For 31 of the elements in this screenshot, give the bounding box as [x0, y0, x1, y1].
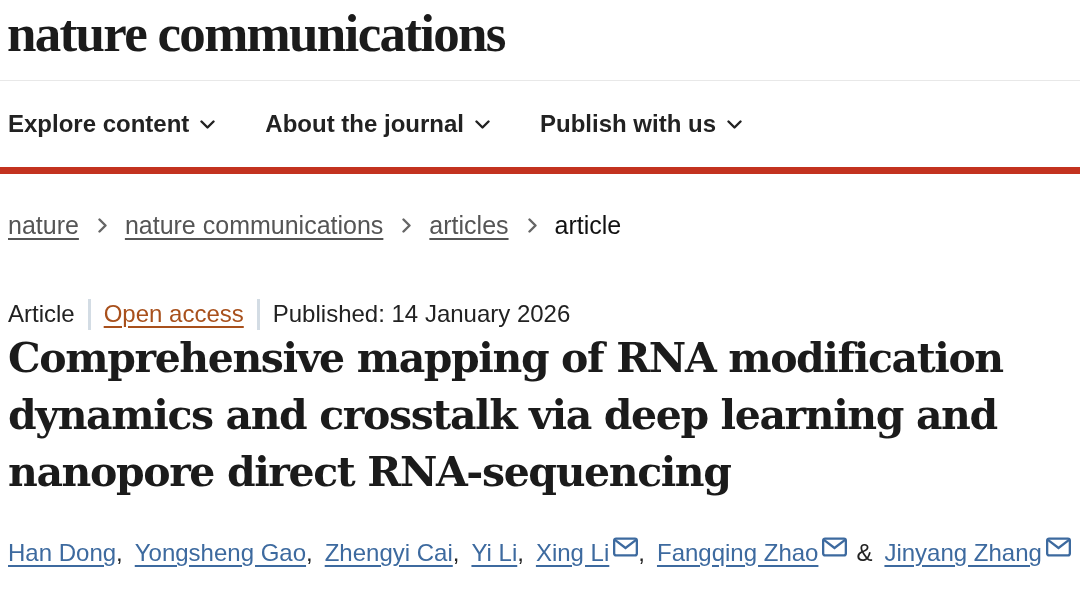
author-link[interactable]: Jinyang Zhang: [884, 539, 1042, 567]
author-link[interactable]: Fangqing Zhao: [656, 539, 819, 567]
chevron-right-icon: [97, 217, 107, 233]
article-type: Article: [8, 300, 75, 328]
author-link[interactable]: Xing Li: [535, 539, 610, 567]
journal-logo[interactable]: nature communications: [7, 0, 505, 66]
separator-text: ,: [517, 539, 524, 567]
nav-menu-item[interactable]: About the journal: [265, 110, 490, 138]
separator-text: &: [856, 539, 873, 567]
separator-text: ,: [638, 539, 645, 567]
envelope-icon[interactable]: [613, 537, 639, 557]
envelope-icon[interactable]: [822, 537, 848, 557]
chevron-right-icon: [527, 217, 537, 233]
separator-text: ,: [306, 539, 313, 567]
breadcrumb-link[interactable]: nature: [8, 210, 79, 240]
chevron-right-icon: [402, 217, 412, 233]
open-access-link[interactable]: Open access: [103, 300, 244, 328]
separator-text: ,: [452, 539, 460, 567]
author-link[interactable]: Yi Li: [471, 539, 518, 567]
breadcrumb-link[interactable]: nature communications: [124, 210, 384, 240]
separator-text: ,: [116, 539, 123, 567]
breadcrumb-current: article: [554, 210, 622, 240]
author-link[interactable]: Han Dong: [8, 539, 117, 567]
author-link[interactable]: Yongsheng Gao: [134, 539, 307, 567]
nav-menu-item[interactable]: Explore content: [8, 110, 216, 138]
breadcrumb-link[interactable]: articles: [429, 210, 509, 240]
publish-date: Published: 14 January 2026: [272, 300, 571, 328]
article-title: Comprehensive mapping of RNA modification dynamics and crosstalk via deep learning and nanopore direct RNA-sequencing: [7, 333, 1004, 498]
envelope-icon[interactable]: [1045, 537, 1071, 557]
author-link[interactable]: Zhengyi Cai: [324, 539, 453, 567]
nav-menu-item[interactable]: Publish with us: [540, 110, 743, 138]
